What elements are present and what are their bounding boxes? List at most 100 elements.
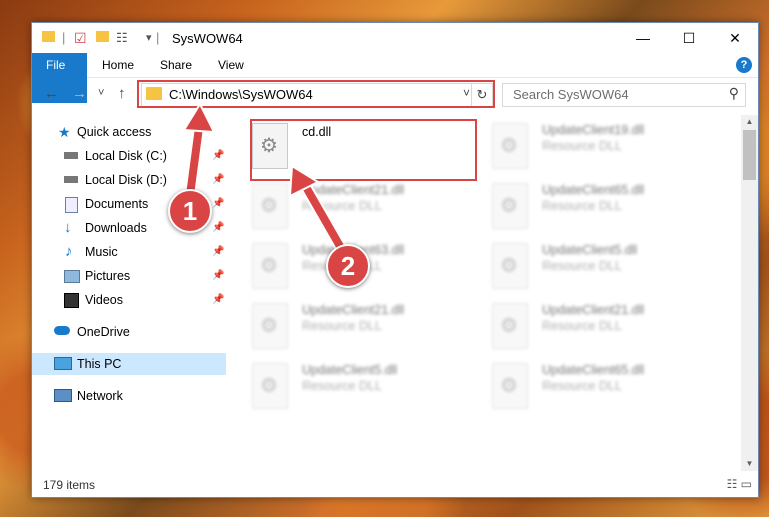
- window-title: SysWOW64: [172, 31, 243, 46]
- scroll-up-icon[interactable]: ▲: [741, 115, 758, 129]
- cloud-icon: [54, 326, 70, 335]
- download-icon: ↓: [64, 219, 72, 236]
- file-type: Resource DLL: [302, 199, 382, 213]
- file-item[interactable]: ⚙ UpdateClient5.dll Resource DLL: [252, 363, 472, 413]
- dll-file-icon: ⚙: [492, 123, 528, 169]
- title-bar: | ☑ ☷ ▾ | SysWOW64 — ☐ ✕: [32, 23, 758, 53]
- sidebar-item-label: Network: [77, 389, 123, 403]
- file-type: Resource DLL: [302, 319, 382, 333]
- sidebar-item-music[interactable]: ♪ Music 📌: [32, 241, 226, 263]
- scroll-down-icon[interactable]: ▼: [741, 457, 758, 471]
- maximize-button[interactable]: ☐: [666, 23, 712, 53]
- minimize-button[interactable]: —: [620, 23, 666, 53]
- scrollbar-thumb[interactable]: [743, 130, 756, 180]
- ribbon: File Home Share View ?: [32, 53, 758, 103]
- up-button[interactable]: ↑: [118, 85, 126, 102]
- search-input[interactable]: Search SysWOW64: [513, 87, 629, 102]
- pin-icon[interactable]: 📌: [212, 169, 224, 191]
- dll-file-icon: ⚙: [252, 363, 288, 409]
- documents-icon: [65, 197, 78, 213]
- music-icon: ♪: [65, 243, 73, 260]
- pin-icon[interactable]: 📌: [212, 241, 224, 263]
- file-item[interactable]: ⚙ UpdateClient65.dll Resource DLL: [492, 183, 712, 233]
- pin-icon[interactable]: 📌: [212, 145, 224, 167]
- help-icon[interactable]: ?: [736, 57, 752, 73]
- back-button[interactable]: ←: [44, 85, 59, 102]
- sidebar-item-label: OneDrive: [77, 325, 130, 339]
- sidebar-item-label: Local Disk (D:): [85, 173, 167, 187]
- dll-file-icon: ⚙: [252, 303, 288, 349]
- dll-file-icon: ⚙: [492, 303, 528, 349]
- tab-view[interactable]: View: [204, 53, 258, 77]
- status-bar: 179 items ☷ ▭: [32, 473, 758, 497]
- tab-home[interactable]: Home: [88, 53, 148, 77]
- sidebar-item-network[interactable]: Network: [32, 385, 226, 407]
- sidebar-item-pictures[interactable]: Pictures 📌: [32, 265, 226, 287]
- sidebar-item-label: Videos: [85, 293, 123, 307]
- file-name: UpdateClient5.dll: [302, 363, 398, 377]
- file-type: Resource DLL: [542, 379, 622, 393]
- close-button[interactable]: ✕: [712, 23, 758, 53]
- file-type: Resource DLL: [302, 379, 382, 393]
- drive-icon: [64, 176, 78, 183]
- gear-icon: ⚙: [260, 255, 278, 277]
- properties-icon[interactable]: ☑: [74, 29, 87, 47]
- file-item[interactable]: ⚙ UpdateClient21.dll Resource DLL: [252, 303, 472, 353]
- videos-icon: [64, 293, 79, 308]
- sidebar-item-quick-access[interactable]: ★ Quick access: [32, 121, 226, 143]
- gear-icon: ⚙: [260, 375, 278, 397]
- file-highlight-box: [250, 119, 477, 181]
- folder-icon[interactable]: [42, 29, 55, 47]
- customize-icon[interactable]: ☷: [116, 29, 128, 47]
- sidebar-item-label: Documents: [85, 197, 149, 211]
- tab-share[interactable]: Share: [146, 53, 206, 77]
- qa-dropdown-icon[interactable]: ▾: [146, 29, 152, 47]
- file-item[interactable]: ⚙ UpdateClient21.dll Resource DLL: [492, 303, 712, 353]
- sidebar-item-label: Quick access: [77, 125, 152, 139]
- recent-locations-button[interactable]: ˅: [98, 87, 104, 99]
- file-item[interactable]: ⚙ UpdateClient21.dll Resource DLL: [252, 183, 472, 233]
- sidebar-item-label: This PC: [77, 357, 122, 371]
- file-item[interactable]: ⚙ UpdateClient19.dll Resource DLL: [492, 123, 712, 173]
- file-name: UpdateClient19.dll: [542, 123, 645, 137]
- sidebar-item-local-disk-c[interactable]: Local Disk (C:) 📌: [32, 145, 226, 167]
- search-icon[interactable]: ⚲: [729, 85, 739, 102]
- file-name: UpdateClient21.dll: [542, 303, 645, 317]
- sidebar-item-label: Pictures: [85, 269, 131, 283]
- gear-icon: ⚙: [260, 315, 278, 337]
- forward-button[interactable]: →: [72, 85, 87, 102]
- file-item[interactable]: ⚙ UpdateClient5.dll Resource DLL: [492, 243, 712, 293]
- vertical-scrollbar[interactable]: ▲ ▼: [741, 115, 758, 471]
- pin-icon[interactable]: 📌: [212, 265, 224, 287]
- dll-file-icon: ⚙: [492, 363, 528, 409]
- pin-icon[interactable]: 📌: [212, 217, 224, 239]
- sidebar-item-this-pc[interactable]: This PC: [32, 353, 226, 375]
- view-toggle-icons[interactable]: ☷ ▭: [727, 477, 752, 491]
- gear-icon: ⚙: [500, 195, 518, 217]
- gear-icon: ⚙: [500, 135, 518, 157]
- file-name: UpdateClient5.dll: [542, 243, 638, 257]
- navigation-pane: ★ Quick access Local Disk (C:) 📌 Local D…: [32, 115, 226, 473]
- file-type: Resource DLL: [542, 139, 622, 153]
- drive-icon: [64, 152, 78, 159]
- navigation-bar: ← → ˅ ↑ C:\Windows\SysWOW64 ˅ ↻ Search S…: [32, 78, 758, 112]
- file-type: Resource DLL: [542, 259, 622, 273]
- pin-icon[interactable]: 📌: [212, 193, 224, 215]
- dll-file-icon: ⚙: [492, 243, 528, 289]
- search-box[interactable]: Search SysWOW64 ⚲: [502, 83, 746, 107]
- new-folder-icon[interactable]: [96, 29, 109, 47]
- sidebar-item-local-disk-d[interactable]: Local Disk (D:) 📌: [32, 169, 226, 191]
- pin-icon[interactable]: 📌: [212, 289, 224, 311]
- gear-icon: ⚙: [500, 375, 518, 397]
- pictures-icon: [64, 270, 80, 283]
- computer-icon: [54, 357, 72, 370]
- file-explorer-window: | ☑ ☷ ▾ | SysWOW64 — ☐ ✕ File Home Share…: [31, 22, 759, 498]
- sidebar-item-label: Local Disk (C:): [85, 149, 167, 163]
- file-item[interactable]: ⚙ UpdateClient65.dll Resource DLL: [492, 363, 712, 413]
- file-type: Resource DLL: [542, 199, 622, 213]
- divider: |: [156, 30, 160, 45]
- gear-icon: ⚙: [500, 315, 518, 337]
- sidebar-item-onedrive[interactable]: OneDrive: [32, 321, 226, 343]
- file-type: Resource DLL: [542, 319, 622, 333]
- sidebar-item-videos[interactable]: Videos 📌: [32, 289, 226, 311]
